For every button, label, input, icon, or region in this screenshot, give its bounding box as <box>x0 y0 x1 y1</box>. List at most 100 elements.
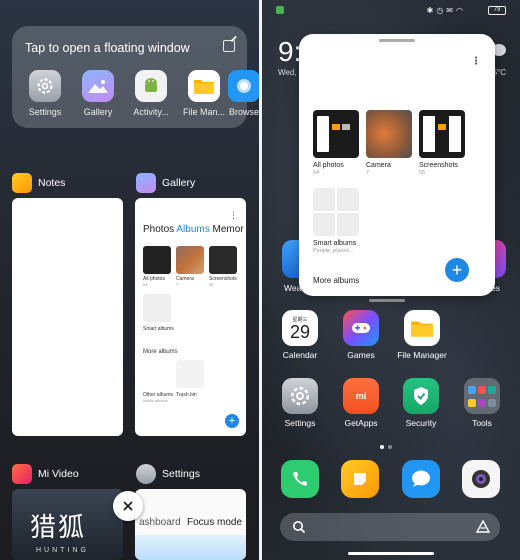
more-options-icon: ⋮ <box>229 210 238 220</box>
add-icon: + <box>225 414 239 428</box>
smart-albums-label: Smart albums <box>143 326 174 332</box>
resize-handle[interactable] <box>369 299 405 302</box>
notes-icon[interactable] <box>341 460 379 498</box>
album-camera: Camera 7 <box>176 246 204 287</box>
tab-albums: Albums <box>176 224 210 235</box>
album-all-photos: All photos 64 <box>143 246 171 287</box>
app-filemanager[interactable]: File Manager <box>393 310 451 360</box>
floating-app-activity[interactable]: Activity... <box>126 70 176 117</box>
floating-window-title: Tap to open a floating window <box>25 41 190 55</box>
album-screenshots[interactable]: Screenshots 55 <box>419 110 467 176</box>
page-indicator-dot <box>380 445 384 449</box>
home-gesture-bar[interactable] <box>348 552 434 555</box>
drag-handle[interactable] <box>379 39 415 42</box>
album-thumbnail <box>143 246 171 274</box>
album-screenshots: Screenshots 55 <box>209 246 237 287</box>
security-shield-icon <box>403 378 439 414</box>
card-title: Notes <box>38 177 66 189</box>
floating-app-row: Settings Gallery Activity... File Man... <box>20 70 259 126</box>
battery-icon: 79 <box>488 6 506 15</box>
getapps-icon: mi <box>343 378 379 414</box>
album-count: 55 <box>209 282 214 287</box>
settings-gear-icon <box>29 70 61 102</box>
home-screen: ✱◷✉◠ 79 9: Wed, 25°C Wea mes ⋮ All photo… <box>262 0 520 560</box>
settings-card[interactable]: ashboard Focus mode <box>135 489 246 560</box>
settings-banner <box>135 535 246 560</box>
mivideo-subtitle: HUNTING <box>36 547 89 554</box>
clear-all-button[interactable] <box>113 491 143 521</box>
close-icon <box>123 501 133 511</box>
card-header-gallery: Gallery <box>136 173 195 193</box>
gallery-icon <box>136 173 156 193</box>
folder-icon <box>188 70 220 102</box>
battery-level: 79 <box>493 7 501 13</box>
card-title: Mi Video <box>38 468 79 480</box>
status-icons: ✱◷✉◠ <box>426 6 466 15</box>
mivideo-card[interactable]: 猎狐 HUNTING <box>12 489 123 560</box>
status-bar: ✱◷✉◠ 79 <box>262 6 520 18</box>
album-thumbnail <box>366 110 412 158</box>
album-name: Smart albums <box>313 240 357 247</box>
card-title: Gallery <box>162 177 196 189</box>
settings-tab-dashboard: ashboard <box>139 517 181 528</box>
album-all-photos[interactable]: All photos 64 <box>313 110 361 176</box>
mivideo-title: 猎狐 <box>30 513 87 543</box>
app-getapps[interactable]: mi GetApps <box>333 378 389 428</box>
assistant-icon <box>476 520 490 533</box>
trash-thumbnail <box>176 360 204 388</box>
app-label: Calendar <box>282 350 318 360</box>
album-thumbnail <box>209 246 237 274</box>
album-name: Camera <box>366 162 391 169</box>
floating-app-filemanager[interactable]: File Man... <box>179 70 229 117</box>
app-calendar[interactable]: 星期三 29 Calendar <box>272 310 328 360</box>
album-camera[interactable]: Camera 7 <box>366 110 414 176</box>
floating-window-panel: Tap to open a floating window Settings G… <box>12 26 259 128</box>
floating-app-label: Settings <box>28 107 62 117</box>
app-label: Settings <box>284 418 316 428</box>
search-bar[interactable] <box>280 513 500 541</box>
edit-icon[interactable] <box>223 40 235 52</box>
smart-albums-thumbnail <box>143 294 171 322</box>
app-games[interactable]: Games <box>333 310 389 360</box>
album-thumbnail <box>313 110 359 158</box>
notes-card[interactable] <box>12 198 123 436</box>
settings-tab-focus: Focus mode <box>187 517 243 528</box>
album-thumbnail <box>176 246 204 274</box>
card-header-settings: Settings <box>136 464 200 484</box>
phone-icon[interactable] <box>281 460 319 498</box>
floating-app-label: Gallery <box>83 107 113 117</box>
app-label: GetApps <box>344 418 378 428</box>
tab-memories: Memor <box>212 224 244 235</box>
floating-app-browser[interactable]: Browse <box>224 70 259 117</box>
more-albums-label: More albums <box>143 349 178 355</box>
app-label: File Manager <box>397 350 447 360</box>
album-count: 7 <box>366 170 370 176</box>
floating-app-settings[interactable]: Settings <box>20 70 70 117</box>
gallery-tabs: Photos Albums Memor <box>143 224 244 235</box>
card-header-notes: Notes <box>12 173 65 193</box>
gallery-card[interactable]: ⋮ Photos Albums Memor All photos 64 Came… <box>135 198 246 436</box>
album-sub: People, places... <box>313 248 354 254</box>
gallery-icon <box>82 70 114 102</box>
floating-app-gallery[interactable]: Gallery <box>73 70 123 117</box>
app-tools-folder[interactable]: Tools <box>454 378 510 428</box>
floating-app-label: Activity... <box>133 107 169 117</box>
add-button[interactable]: + <box>445 258 469 282</box>
date-text: Wed, <box>278 68 297 77</box>
more-options-icon[interactable]: ⋮ <box>471 56 481 67</box>
other-albums-sub: Inside albums <box>143 398 168 403</box>
smart-albums[interactable]: Smart albums People, places... <box>313 188 361 254</box>
floating-gallery-window[interactable]: ⋮ All photos 64 Camera 7 Screenshots 55 <box>299 34 495 302</box>
calendar-day: 29 <box>289 321 311 342</box>
trash-label: Trash bin <box>176 392 197 398</box>
search-icon <box>293 521 306 534</box>
camera-icon[interactable] <box>462 460 500 498</box>
card-header-mivideo: Mi Video <box>12 464 79 484</box>
page-indicator-dot <box>388 445 392 449</box>
app-settings[interactable]: Settings <box>272 378 328 428</box>
browser-icon <box>228 70 259 102</box>
clock-widget[interactable]: 9: <box>278 36 301 68</box>
app-label: Games <box>347 350 375 360</box>
app-security[interactable]: Security <box>393 378 449 428</box>
messages-icon[interactable] <box>402 460 440 498</box>
